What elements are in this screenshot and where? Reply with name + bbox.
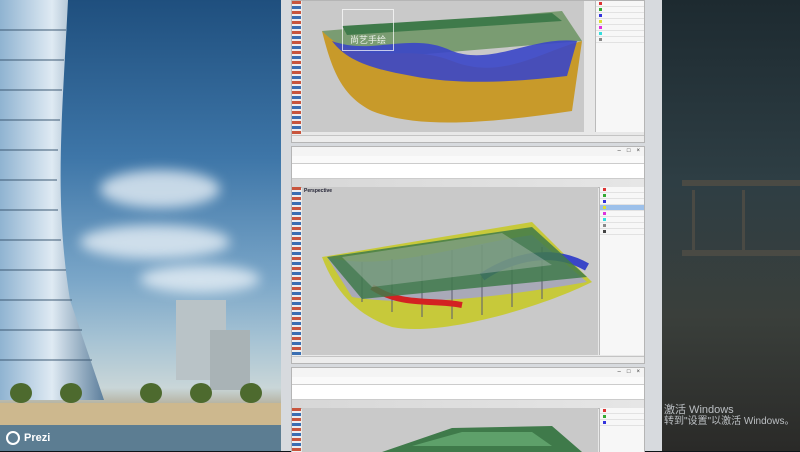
- background-right: [662, 0, 800, 451]
- left-toolbar[interactable]: [292, 1, 301, 136]
- modeling-window-top: 尚艺手绘: [291, 0, 645, 143]
- tree: [10, 383, 32, 403]
- railing: [682, 250, 800, 256]
- tree: [240, 383, 262, 403]
- modeling-window-bottom: – □ ×: [291, 367, 645, 452]
- viewport[interactable]: [302, 408, 598, 452]
- layers-panel: [595, 1, 644, 132]
- maximize-icon[interactable]: □: [627, 147, 631, 156]
- cloud: [100, 170, 220, 208]
- layers-panel: [599, 408, 644, 452]
- distant-building: [210, 330, 250, 390]
- beach: [0, 403, 281, 425]
- minimize-icon[interactable]: –: [618, 368, 621, 377]
- railing-post: [742, 190, 745, 250]
- skyscraper: [0, 0, 104, 400]
- layer-row[interactable]: [600, 229, 644, 235]
- command-area[interactable]: [292, 164, 644, 179]
- tree: [140, 383, 162, 403]
- screenshots-column: 尚艺手绘 – □ × Perspective – □ ×: [281, 0, 662, 452]
- menu-bar[interactable]: [292, 156, 644, 164]
- tree: [60, 383, 82, 403]
- cloud: [140, 265, 260, 293]
- railing: [682, 180, 800, 186]
- prezi-label: Prezi: [24, 432, 51, 444]
- layer-row[interactable]: [600, 420, 644, 426]
- title-bar: – □ ×: [292, 147, 644, 156]
- watermark-logo: 尚艺手绘: [342, 9, 394, 51]
- viewport-perspective[interactable]: 尚艺手绘: [302, 1, 584, 132]
- close-icon[interactable]: ×: [636, 147, 640, 156]
- terrain-model: [322, 222, 592, 329]
- windows-activation-watermark: 激活 Windows 转到"设置"以激活 Windows。: [664, 404, 794, 428]
- tree: [190, 383, 212, 403]
- close-icon[interactable]: ×: [636, 368, 640, 377]
- status-bar: [292, 356, 644, 363]
- window-controls[interactable]: – □ ×: [618, 147, 644, 156]
- viewport-perspective[interactable]: Perspective: [302, 187, 598, 355]
- minimize-icon[interactable]: –: [618, 147, 621, 156]
- left-toolbar[interactable]: [292, 408, 301, 452]
- terrain-model: [382, 426, 582, 452]
- command-area[interactable]: [292, 385, 644, 400]
- prezi-badge[interactable]: Prezi: [6, 431, 50, 445]
- activation-line-1: 激活 Windows: [664, 404, 734, 416]
- layers-panel: [599, 187, 644, 355]
- activation-line-2: 转到"设置"以激活 Windows。: [664, 416, 795, 427]
- modeling-window-middle: – □ × Perspective: [291, 146, 645, 364]
- prezi-logo-icon: [6, 431, 20, 445]
- window-controls[interactable]: – □ ×: [618, 368, 644, 377]
- maximize-icon[interactable]: □: [627, 368, 631, 377]
- left-toolbar[interactable]: [292, 187, 301, 357]
- viewport-label: Perspective: [304, 188, 333, 194]
- railing-post: [692, 190, 695, 250]
- layer-row[interactable]: [596, 37, 644, 43]
- menu-bar[interactable]: [292, 377, 644, 385]
- tower-photo: Prezi: [0, 0, 281, 451]
- watermark-logo-text: 尚艺手绘: [349, 35, 386, 45]
- status-bar: [292, 135, 644, 142]
- title-bar: – □ ×: [292, 368, 644, 377]
